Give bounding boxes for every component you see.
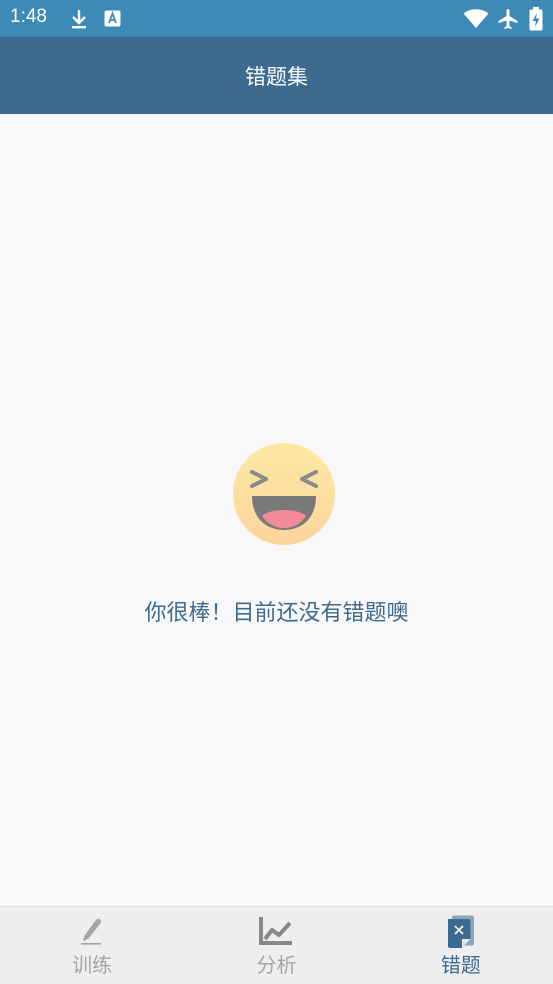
wrong-question-icon [447,915,474,948]
tab-wrong-questions[interactable]: 错题 [369,907,553,984]
laughing-face-icon [233,443,335,545]
tab-analysis[interactable]: 分析 [184,907,368,984]
page-title: 错题集 [245,65,308,89]
tab-wrong-questions-label: 错题 [440,953,481,977]
tab-training-label: 训练 [72,953,113,977]
battery-charging-icon [529,7,543,31]
tab-training[interactable]: 训练 [0,907,184,984]
status-time: 1:48 [10,6,47,27]
wrong-questions-content: 你很棒！目前还没有错题噢 [0,114,553,906]
airplane-icon [498,9,518,29]
keyboard-a-icon [104,10,121,27]
pencil-icon [81,918,102,945]
bottom-nav: 训练 分析 错题 [0,906,553,984]
wifi-icon [463,9,489,28]
empty-message: 你很棒！目前还没有错题噢 [144,601,409,626]
chart-icon [259,917,293,945]
download-icon [72,10,86,29]
status-bar: 1:48 [0,0,553,37]
tab-analysis-label: 分析 [256,953,297,977]
app-bar: 错题集 [0,37,553,114]
